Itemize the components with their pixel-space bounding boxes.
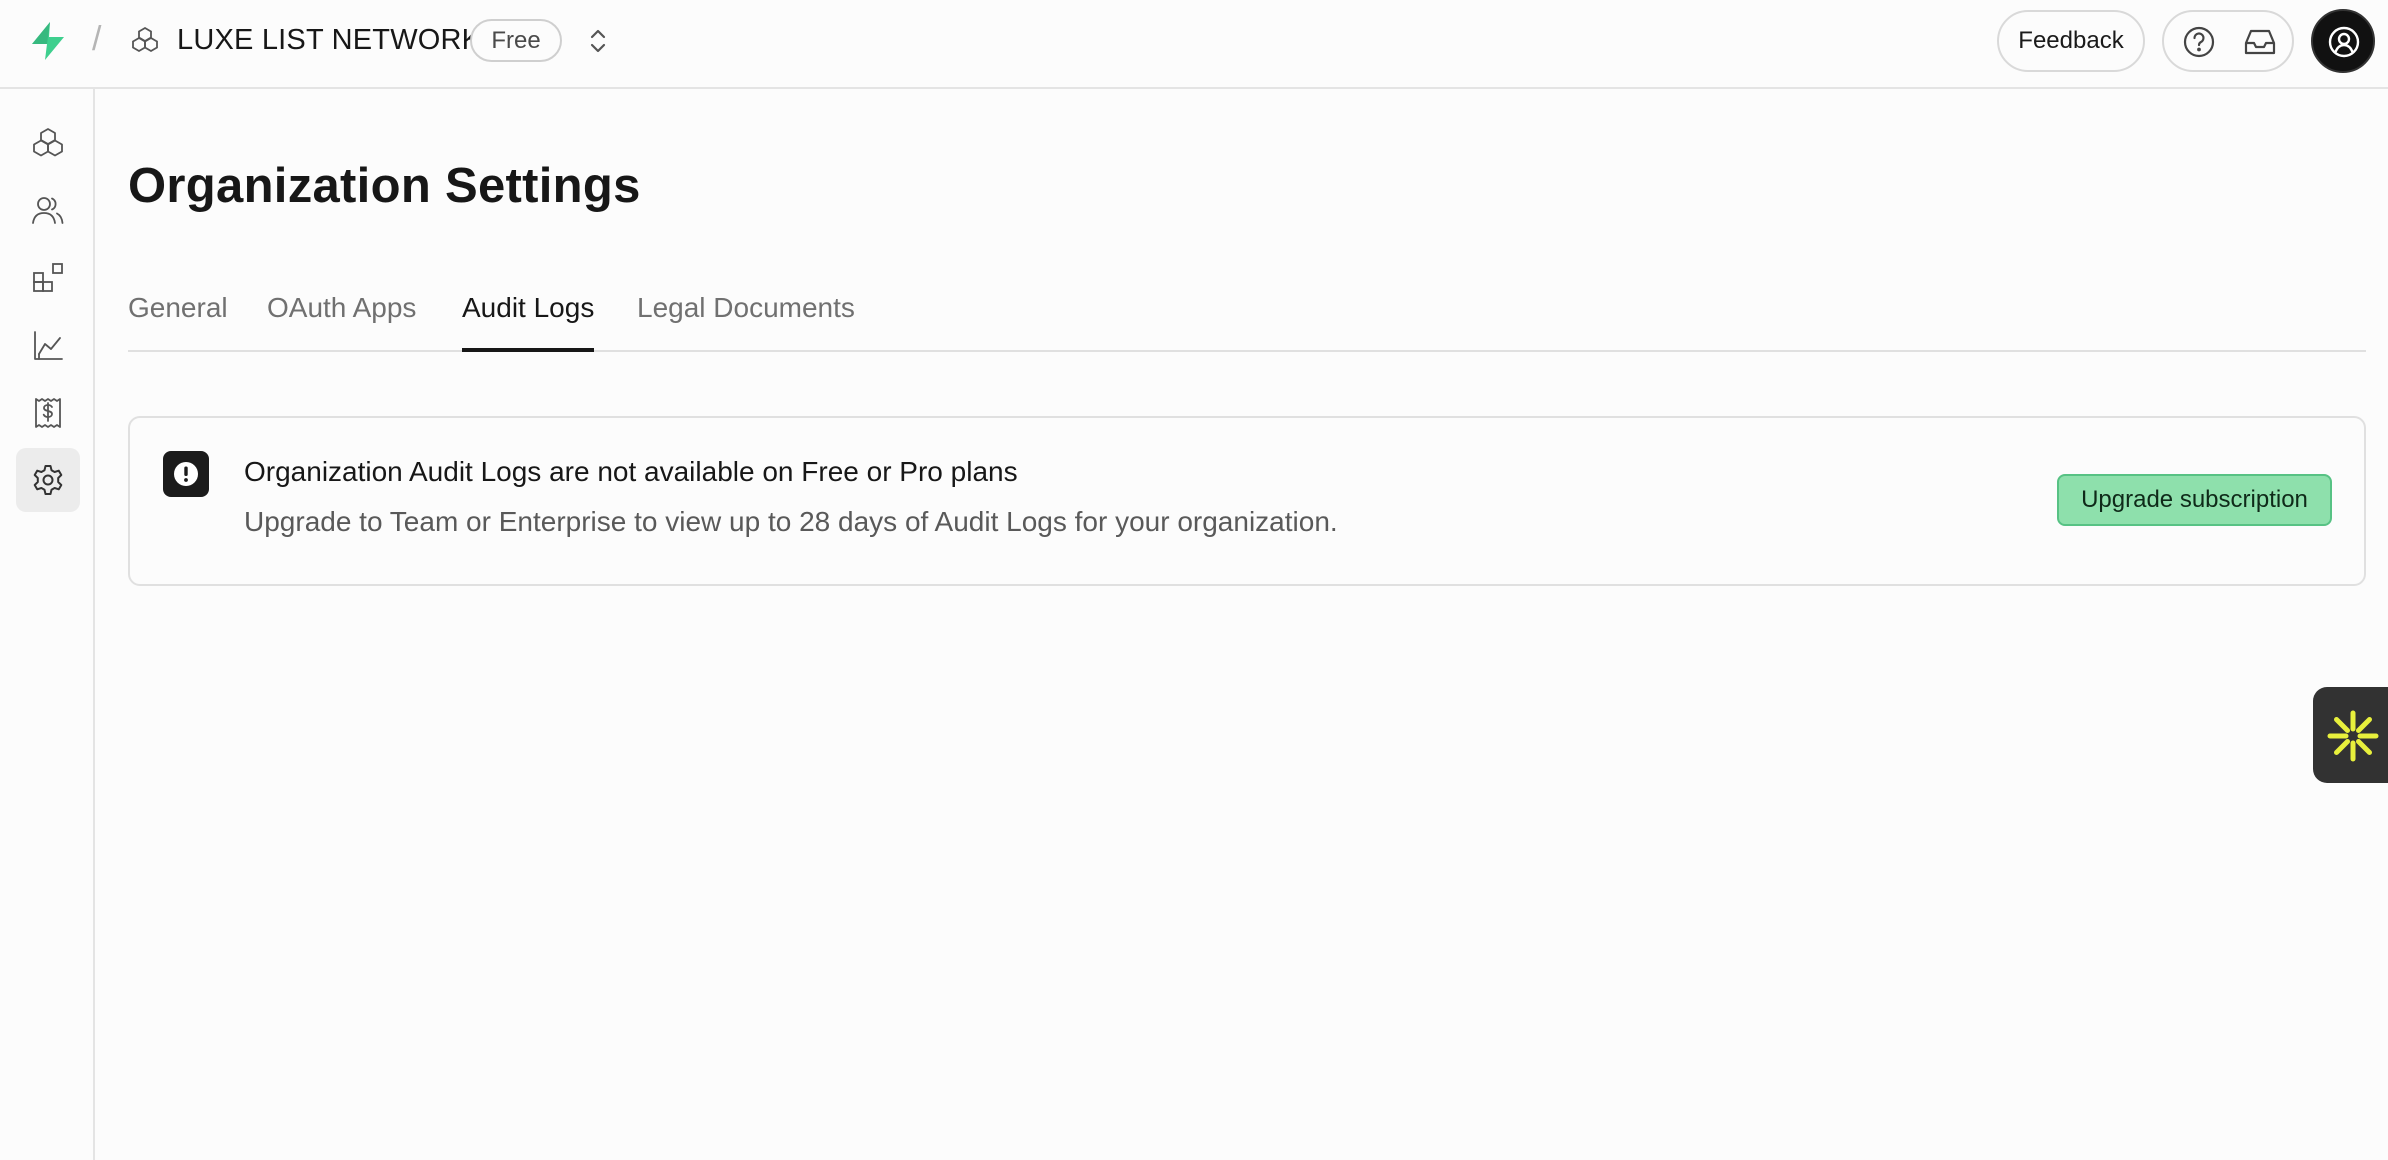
sidebar-item-usage[interactable] <box>16 314 80 378</box>
chart-icon <box>34 331 63 360</box>
sidebar-item-projects[interactable] <box>16 111 80 175</box>
page-title: Organization Settings <box>128 159 641 213</box>
breadcrumb-separator: / <box>92 20 102 58</box>
plan-badge: Free <box>470 19 562 62</box>
sidebar-item-team[interactable] <box>16 178 80 242</box>
user-avatar-icon <box>2328 26 2360 58</box>
help-icon[interactable] <box>2182 25 2216 59</box>
notice-description: Upgrade to Team or Enterprise to view up… <box>244 506 1338 537</box>
settings-tabs: General OAuth Apps Audit Logs Legal Docu… <box>128 292 2366 352</box>
org-cubes-icon <box>132 26 158 53</box>
gear-icon <box>33 465 63 495</box>
users-icon <box>32 197 64 224</box>
receipt-dollar-icon <box>35 398 61 428</box>
cubes-icon <box>33 128 63 157</box>
brand-logo-icon[interactable] <box>28 20 68 62</box>
header-icon-group <box>2162 10 2294 72</box>
alert-icon <box>174 462 198 486</box>
plan-limit-notice: Organization Audit Logs are not availabl… <box>128 416 2366 586</box>
sidebar <box>0 89 95 1160</box>
tab-general[interactable]: General <box>128 292 228 350</box>
org-switcher-chevrons-icon[interactable] <box>586 26 610 56</box>
top-bar: / LUXE LIST NETWORK Free Feedback <box>0 0 2388 89</box>
tab-oauth-apps[interactable]: OAuth Apps <box>267 292 416 350</box>
tab-audit-logs[interactable]: Audit Logs <box>462 292 595 352</box>
sidebar-item-billing[interactable] <box>16 381 80 445</box>
notice-icon-box <box>163 451 209 497</box>
feedback-button[interactable]: Feedback <box>1997 10 2145 72</box>
inbox-icon[interactable] <box>2242 25 2278 59</box>
sidebar-item-integrations[interactable] <box>16 246 80 310</box>
assistant-widget[interactable] <box>2313 687 2388 783</box>
sparkle-asterisk-icon <box>2327 710 2379 762</box>
org-name-link[interactable]: LUXE LIST NETWORK <box>177 24 481 57</box>
blocks-icon <box>33 263 63 292</box>
user-avatar[interactable] <box>2311 9 2375 73</box>
tab-legal-documents[interactable]: Legal Documents <box>637 292 855 350</box>
upgrade-subscription-button[interactable]: Upgrade subscription <box>2057 474 2332 526</box>
notice-title: Organization Audit Logs are not availabl… <box>244 456 1018 487</box>
sidebar-item-settings[interactable] <box>16 448 80 512</box>
